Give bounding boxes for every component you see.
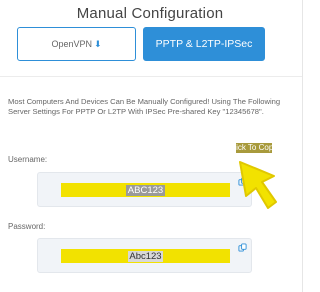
password-value: Abc123	[128, 250, 163, 262]
copy-icon[interactable]	[237, 242, 247, 252]
username-field[interactable]: ABC123	[37, 172, 252, 207]
copy-tooltip-text: Click To Copy!	[228, 143, 280, 152]
password-value-highlight: Abc123	[61, 249, 230, 263]
tab-openvpn[interactable]: OpenVPN ⬇	[17, 27, 136, 61]
username-value: ABC123	[125, 184, 166, 196]
tab-openvpn-label: OpenVPN	[51, 39, 92, 49]
section-divider	[0, 76, 302, 77]
password-field[interactable]: Abc123	[37, 238, 252, 273]
copy-tooltip: Click To Copy!	[229, 143, 280, 153]
password-label: Password:	[8, 222, 46, 231]
page-title: Manual Configuration	[76, 5, 224, 22]
instructions-text: Most Computers And Devices Can Be Manual…	[8, 97, 281, 116]
username-label: Username:	[8, 155, 48, 164]
username-value-highlight: ABC123	[61, 183, 230, 197]
arrow-pointer-icon	[239, 161, 277, 209]
tab-pptp-label: PPTP & L2TP-IPSec	[155, 38, 253, 50]
tab-pptp-l2tp[interactable]: PPTP & L2TP-IPSec	[143, 27, 265, 61]
right-border	[302, 0, 303, 292]
download-arrow-icon: ⬇	[93, 38, 102, 49]
